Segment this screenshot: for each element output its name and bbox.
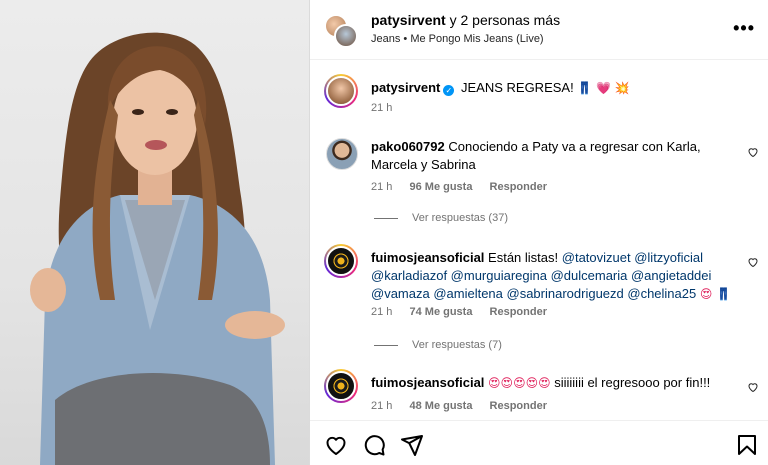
comment-avatar[interactable] xyxy=(324,369,358,403)
caption-emojis: 👖 💗 💥 xyxy=(577,81,630,95)
post-detail-panel: patysirvent y 2 personas más Jeans • Me … xyxy=(309,0,768,465)
caption-text: patysirvent ✓ JEANS REGRESA! 👖 💗 💥 xyxy=(371,79,741,97)
author-username[interactable]: patysirvent xyxy=(371,12,446,28)
comment-avatar[interactable] xyxy=(324,244,358,278)
comment-like-heart-icon[interactable] xyxy=(747,381,759,393)
collab-avatars[interactable] xyxy=(324,14,358,48)
comment-meta: 21 h 48 Me gusta Responder xyxy=(371,400,561,412)
view-replies-label: Ver respuestas (37) xyxy=(412,212,508,224)
view-replies-label: Ver respuestas (7) xyxy=(412,339,502,351)
comment-likes[interactable]: 74 Me gusta xyxy=(409,306,472,318)
share-icon[interactable] xyxy=(400,433,424,457)
comment-meta: 21 h 74 Me gusta Responder xyxy=(371,306,561,318)
reply-button[interactable]: Responder xyxy=(490,181,547,193)
comment-meta: 21 h 96 Me gusta Responder xyxy=(371,181,561,193)
comment-time[interactable]: 21 h xyxy=(371,400,392,412)
avatar xyxy=(334,24,358,48)
caption-meta: 21 h xyxy=(371,102,406,114)
comment-text: fuimosjeansoficial 😍😍😍😍😍 siiiiiiii el re… xyxy=(371,374,741,392)
divider xyxy=(374,344,398,346)
comment-username[interactable]: pako060792 xyxy=(371,139,445,154)
heart-icon[interactable] xyxy=(324,433,348,457)
divider xyxy=(374,217,398,219)
comment-username[interactable]: fuimosjeansoficial xyxy=(371,250,484,265)
view-replies-button[interactable]: Ver respuestas (7) xyxy=(374,339,502,351)
collaborators-link[interactable]: y 2 personas más xyxy=(446,12,561,28)
comment-time[interactable]: 21 h xyxy=(371,306,392,318)
caption-time[interactable]: 21 h xyxy=(371,102,392,114)
post-actions-bar xyxy=(310,420,768,465)
video-frame-illustration xyxy=(30,32,285,465)
comment-time[interactable]: 21 h xyxy=(371,181,392,193)
comment-avatar[interactable] xyxy=(326,138,358,170)
bookmark-icon[interactable] xyxy=(735,433,759,457)
comment-like-heart-icon[interactable] xyxy=(747,256,759,268)
reply-button[interactable]: Responder xyxy=(490,400,547,412)
comment-icon[interactable] xyxy=(362,433,386,457)
reply-button[interactable]: Responder xyxy=(490,306,547,318)
post-header: patysirvent y 2 personas más Jeans • Me … xyxy=(310,0,768,60)
audio-track-link[interactable]: Jeans • Me Pongo Mis Jeans (Live) xyxy=(371,33,544,45)
comment-emojis: 😍 👖 xyxy=(699,287,732,301)
post-video[interactable] xyxy=(0,0,309,465)
caption-avatar[interactable] xyxy=(324,74,358,108)
comment-body: siiiiiiii el regresooo por fin!!! xyxy=(554,375,711,390)
comment-text: fuimosjeansoficial Están listas! @tatovi… xyxy=(371,249,741,303)
comment-text: pako060792 Conociendo a Paty va a regres… xyxy=(371,138,741,174)
comment-like-heart-icon[interactable] xyxy=(747,146,759,158)
post-author[interactable]: patysirvent y 2 personas más xyxy=(371,12,560,28)
caption-body: JEANS REGRESA! xyxy=(461,80,574,95)
comment-username[interactable]: fuimosjeansoficial xyxy=(371,375,484,390)
view-replies-button[interactable]: Ver respuestas (37) xyxy=(374,212,508,224)
more-options-icon[interactable]: ••• xyxy=(733,18,755,39)
comment-likes[interactable]: 96 Me gusta xyxy=(409,181,472,193)
comment-likes[interactable]: 48 Me gusta xyxy=(409,400,472,412)
verified-badge-icon: ✓ xyxy=(443,85,455,96)
comment-body: Están listas! xyxy=(488,250,559,265)
comment-emojis: 😍😍😍😍😍 xyxy=(488,376,551,390)
caption-username[interactable]: patysirvent xyxy=(371,80,440,95)
